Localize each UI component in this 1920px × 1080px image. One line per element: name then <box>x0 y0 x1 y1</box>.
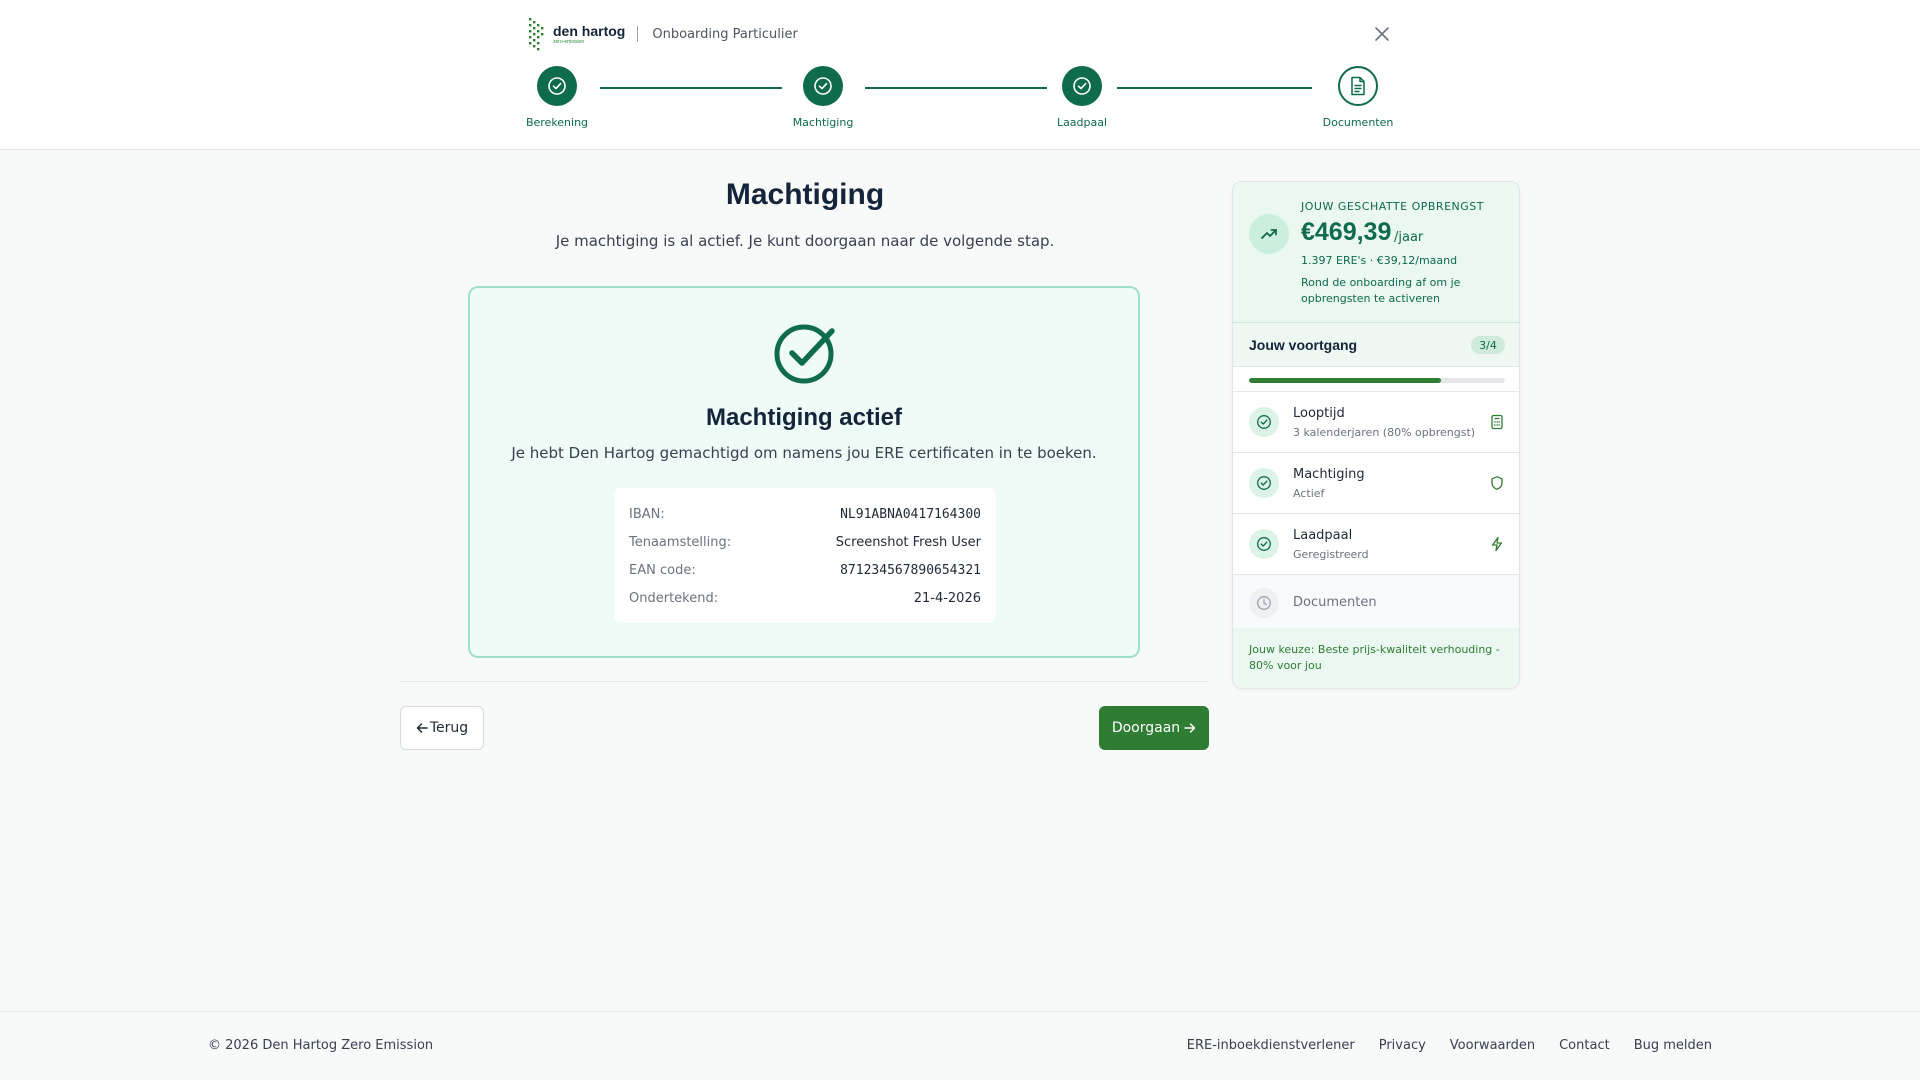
arrow-right-icon <box>1184 723 1196 733</box>
header: den hartog zero-emission Onboarding Part… <box>0 0 1920 150</box>
continue-button-label: Doorgaan <box>1111 720 1181 736</box>
continue-button[interactable]: Doorgaan <box>1099 706 1209 750</box>
footer-link-ere[interactable]: ERE-inboekdienstverlener <box>1187 1038 1355 1053</box>
detail-row-ean: EAN code: 871234567890654321 <box>629 556 981 584</box>
earnings-unit: /jaar <box>1394 230 1424 245</box>
footer-link-contact[interactable]: Contact <box>1559 1038 1610 1053</box>
signed-date-value: 21-4-2026 <box>913 590 981 606</box>
clock-icon <box>1249 588 1279 618</box>
account-holder-value: Screenshot Fresh User <box>835 534 981 550</box>
detail-row-iban: IBAN: NL91ABNA0417164300 <box>629 500 981 528</box>
check-circle-icon <box>537 66 577 106</box>
progress-bar <box>1249 378 1505 383</box>
progress-header: Jouw voortgang 3/4 <box>1233 323 1519 367</box>
den-hartog-logo-icon <box>527 17 547 51</box>
check-circle-icon <box>774 324 835 384</box>
item-subtitle: Geregistreerd <box>1293 548 1369 561</box>
check-circle-icon <box>1249 529 1279 559</box>
progress-bar-fill <box>1249 378 1441 383</box>
shield-icon <box>1491 476 1503 490</box>
progress-sidebar: JOUW GESCHATTE OPBRENGST €469,39 /jaar 1… <box>1232 181 1520 689</box>
item-title: Machtiging <box>1293 467 1365 482</box>
divider <box>400 681 1209 682</box>
detail-label: EAN code: <box>629 562 696 578</box>
app-title: Onboarding Particulier <box>652 26 798 42</box>
detail-row-account-holder: Tenaamstelling: Screenshot Fresh User <box>629 528 981 556</box>
brand[interactable]: den hartog zero-emission Onboarding Part… <box>527 16 798 52</box>
brand-separator <box>637 26 639 42</box>
step-machtiging[interactable]: Machtiging <box>773 66 873 129</box>
card-title: Machtiging actief <box>705 404 903 431</box>
earnings-kicker: JOUW GESCHATTE OPBRENGST <box>1301 200 1484 213</box>
detail-label: Ondertekend: <box>629 590 719 606</box>
detail-label: IBAN: <box>629 506 665 522</box>
item-title: Documenten <box>1293 595 1377 610</box>
check-circle-icon <box>1249 407 1279 437</box>
step-label: Machtiging <box>792 116 854 129</box>
step-laadpaal[interactable]: Laadpaal <box>1032 66 1132 129</box>
step-berekening[interactable]: Berekening <box>507 66 607 129</box>
back-button[interactable]: Terug <box>400 706 484 750</box>
lightning-icon <box>1491 536 1503 552</box>
detail-row-signed: Ondertekend: 21-4-2026 <box>629 584 981 612</box>
footer: © 2026 Den Hartog Zero Emission ERE-inbo… <box>0 1011 1920 1080</box>
estimated-earnings: JOUW GESCHATTE OPBRENGST €469,39 /jaar 1… <box>1233 182 1519 323</box>
check-circle-icon <box>1249 468 1279 498</box>
calculator-icon <box>1491 414 1503 430</box>
step-label: Documenten <box>1322 116 1394 129</box>
progress-item-looptijd[interactable]: Looptijd 3 kalenderjaren (80% opbrengst) <box>1233 392 1519 453</box>
footer-link-bug-report[interactable]: Bug melden <box>1634 1038 1712 1053</box>
step-label: Laadpaal <box>1056 116 1108 129</box>
progress-title: Jouw voortgang <box>1249 337 1358 353</box>
item-subtitle: Actief <box>1293 487 1325 500</box>
document-icon <box>1338 66 1378 106</box>
check-circle-icon <box>1062 66 1102 106</box>
trending-up-icon <box>1249 214 1289 254</box>
authorization-details: IBAN: NL91ABNA0417164300 Tenaamstelling:… <box>614 488 996 622</box>
progress-item-machtiging[interactable]: Machtiging Actief <box>1233 453 1519 514</box>
footer-links: ERE-inboekdienstverlener Privacy Voorwaa… <box>1187 1038 1712 1053</box>
step-connector <box>865 87 1047 89</box>
earnings-amount: €469,39 <box>1301 218 1392 246</box>
card-description: Je hebt Den Hartog gemachtigd om namens … <box>511 444 1097 462</box>
close-button[interactable] <box>1372 24 1392 44</box>
footer-link-terms[interactable]: Voorwaarden <box>1450 1038 1535 1053</box>
item-title: Looptijd <box>1293 406 1345 421</box>
progress-stepper: Berekening Machtiging Laadpaal Documente… <box>0 66 1920 146</box>
item-title: Laadpaal <box>1293 528 1353 543</box>
step-connector <box>600 87 782 89</box>
progress-item-laadpaal[interactable]: Laadpaal Geregistreerd <box>1233 514 1519 575</box>
page-title: Machtiging <box>725 178 885 211</box>
item-subtitle: 3 kalenderjaren (80% opbrengst) <box>1293 426 1476 439</box>
progress-badge: 3/4 <box>1471 336 1505 354</box>
step-label: Berekening <box>525 116 589 129</box>
choice-note: Jouw keuze: Beste prijs-kwaliteit verhou… <box>1233 628 1519 688</box>
earnings-detail: 1.397 ERE's · €39,12/maand <box>1301 254 1458 267</box>
step-connector <box>1117 87 1312 89</box>
step-documenten[interactable]: Documenten <box>1308 66 1408 129</box>
ean-value: 871234567890654321 <box>840 562 981 578</box>
progress-item-documenten[interactable]: Documenten <box>1233 575 1519 632</box>
copyright: © 2026 Den Hartog Zero Emission <box>208 1038 434 1053</box>
detail-label: Tenaamstelling: <box>629 534 732 550</box>
brand-sub: zero-emission <box>553 38 585 45</box>
page-subtitle: Je machtiging is al actief. Je kunt door… <box>555 232 1055 250</box>
arrow-left-icon <box>416 723 428 733</box>
iban-value: NL91ABNA0417164300 <box>840 506 981 522</box>
brand-name: den hartog <box>553 22 626 39</box>
back-button-label: Terug <box>429 720 469 736</box>
close-icon <box>1375 27 1389 41</box>
footer-link-privacy[interactable]: Privacy <box>1379 1038 1426 1053</box>
check-circle-icon <box>803 66 843 106</box>
progress-list: Looptijd 3 kalenderjaren (80% opbrengst)… <box>1233 391 1519 632</box>
authorization-card: Machtiging actief Je hebt Den Hartog gem… <box>468 286 1140 658</box>
earnings-note: Rond de onboarding af om je opbrengsten … <box>1301 276 1461 305</box>
